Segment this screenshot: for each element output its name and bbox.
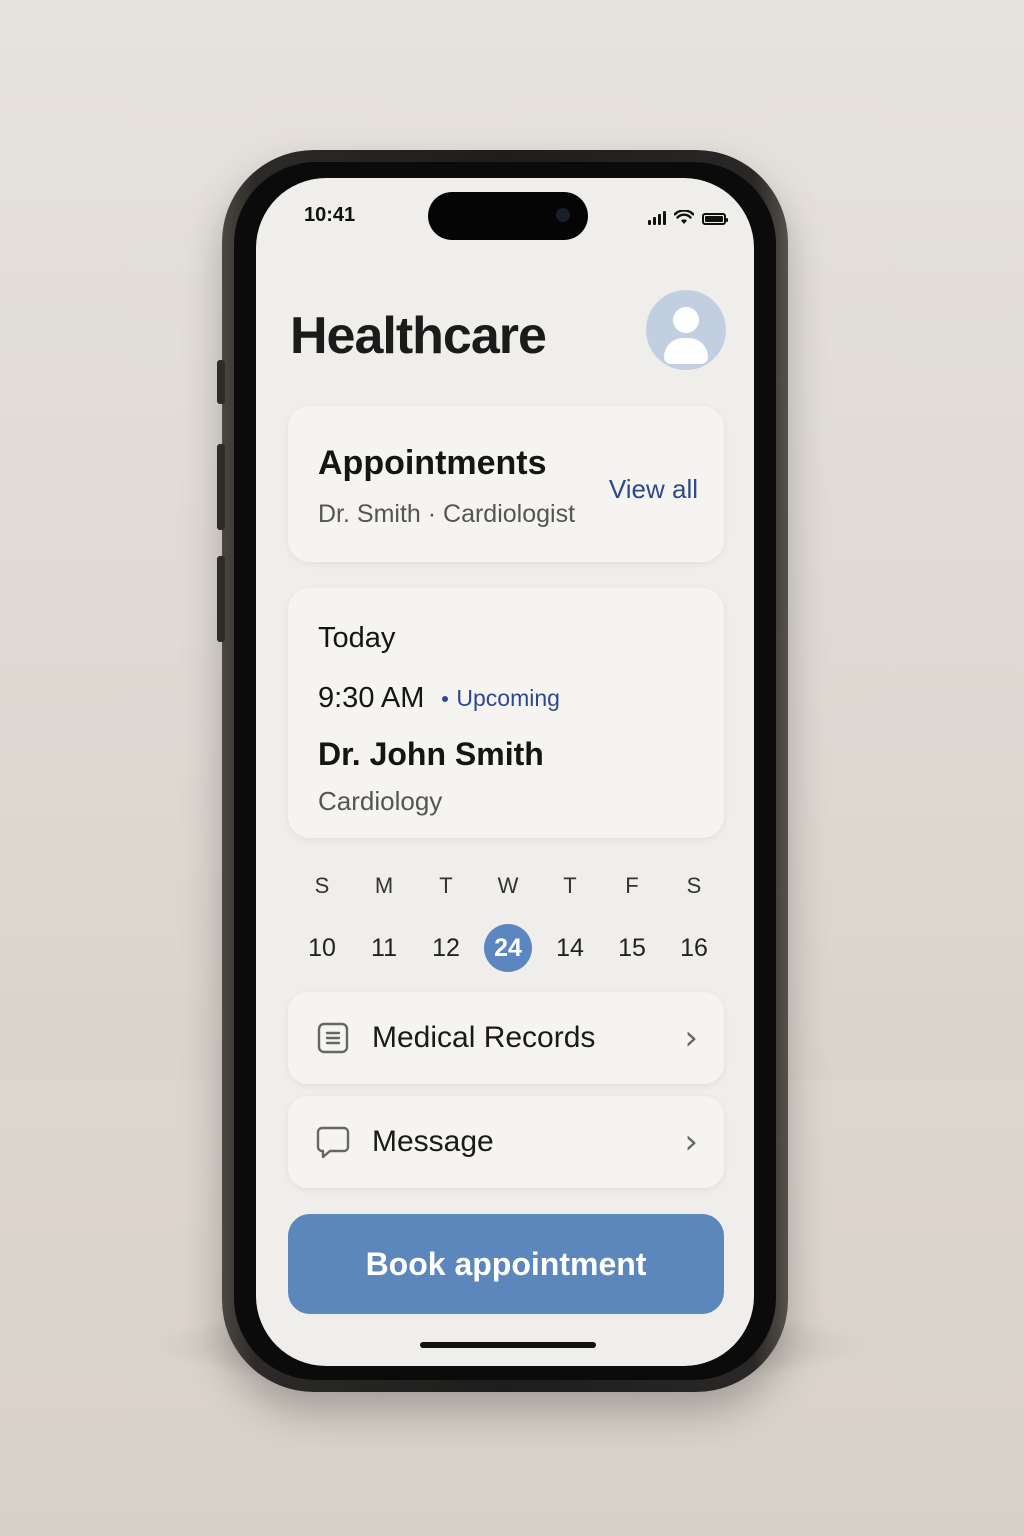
week-calendar: S M T W T F S 10 11 12 24 14 15 16 (298, 866, 718, 972)
phone-screen: 10:41 Healthcare Appointments Dr. Smith … (256, 178, 754, 1366)
calendar-date[interactable]: 12 (422, 924, 470, 972)
chevron-right-icon: › (684, 1122, 698, 1162)
appointments-subtitle: Dr. Smith · Cardiologist (318, 500, 576, 528)
today-label: Today (318, 622, 396, 654)
doctor-name: Dr. John Smith (318, 736, 544, 772)
weekday-label: T (439, 873, 453, 898)
appointment-time-row: 9:30 AM Upcoming (318, 682, 560, 715)
status-dot-icon (442, 695, 449, 702)
status-label: Upcoming (456, 685, 560, 711)
calendar-date[interactable]: 14 (546, 924, 594, 972)
doctor-specialty: Cardiology (318, 786, 443, 816)
appointments-heading: Appointments (318, 444, 547, 482)
weekday-label: W (497, 873, 519, 898)
medical-records-label: Medical Records (372, 1021, 596, 1054)
weekday-label: T (563, 873, 577, 898)
calendar-date[interactable]: 10 (298, 924, 346, 972)
phone-device: 10:41 Healthcare Appointments Dr. Smith … (217, 150, 788, 1392)
appointments-card: Appointments Dr. Smith · Cardiologist Vi… (288, 406, 724, 562)
weekday-label: S (686, 873, 702, 898)
calendar-weekday-row: S M T W T F S (298, 866, 718, 906)
calendar-date[interactable]: 16 (670, 924, 718, 972)
status-icons (648, 210, 728, 225)
page-title: Healthcare (290, 307, 547, 365)
chevron-right-icon: › (684, 1018, 698, 1058)
today-appointment-card[interactable]: Today 9:30 AM Upcoming Dr. John Smith Ca… (288, 588, 724, 838)
weekday-label: S (314, 873, 330, 898)
dynamic-island (428, 192, 588, 240)
view-all-link[interactable]: View all (609, 474, 698, 505)
chat-bubble-icon (316, 1125, 350, 1159)
calendar-date-row: 10 11 12 24 14 15 16 (298, 924, 718, 972)
status-badge: Upcoming (442, 685, 560, 712)
cellular-signal-icon (648, 211, 666, 225)
document-icon (316, 1021, 350, 1055)
battery-icon (702, 213, 728, 225)
calendar-date-selected[interactable]: 24 (484, 924, 532, 972)
message-button[interactable]: Message › (288, 1096, 724, 1188)
status-time: 10:41 (304, 204, 356, 226)
message-label: Message (372, 1125, 494, 1158)
appointment-time: 9:30 AM (318, 682, 425, 714)
weekday-label: M (374, 873, 394, 898)
book-appointment-button[interactable]: Book appointment (288, 1214, 724, 1314)
calendar-date[interactable]: 11 (360, 924, 408, 972)
medical-records-button[interactable]: Medical Records › (288, 992, 724, 1084)
silent-switch (217, 360, 225, 404)
home-indicator[interactable] (420, 1342, 596, 1348)
wifi-icon (674, 210, 694, 224)
camera-icon (556, 208, 570, 222)
user-avatar-icon[interactable] (646, 290, 726, 370)
weekday-label: F (625, 873, 639, 898)
volume-down-button-hardware (217, 556, 225, 642)
volume-up-button-hardware (217, 444, 225, 530)
calendar-date[interactable]: 15 (608, 924, 656, 972)
